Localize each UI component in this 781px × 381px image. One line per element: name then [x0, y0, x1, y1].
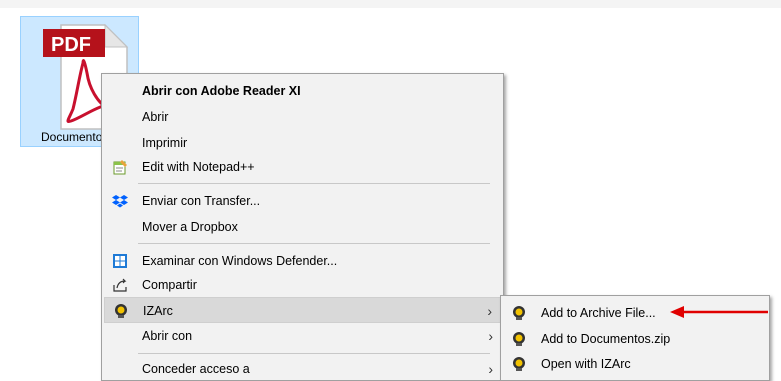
menu-item-open[interactable]: Abrir: [104, 104, 501, 130]
menu-item-label: IZArc: [143, 304, 173, 318]
izarc-icon: [513, 306, 525, 320]
menu-item-scan-defender[interactable]: Examinar con Windows Defender...: [104, 248, 501, 274]
menu-item-move-to-dropbox[interactable]: Mover a Dropbox: [104, 214, 501, 240]
dropbox-icon: [112, 195, 128, 208]
annotation-arrow-icon: [670, 306, 768, 318]
menu-item-send-with-transfer[interactable]: Enviar con Transfer...: [104, 188, 501, 214]
menu-item-label: Abrir con: [142, 329, 193, 343]
izarc-icon: [513, 357, 525, 371]
menu-item-label: Enviar con Transfer...: [142, 194, 261, 208]
menu-item-label: Abrir con Adobe Reader XI: [142, 84, 301, 98]
menu-item-label: Abrir: [142, 110, 169, 124]
menu-item-label: Edit with Notepad++: [142, 160, 255, 174]
chevron-right-icon: ›: [488, 328, 493, 344]
chevron-right-icon: ›: [488, 361, 493, 377]
window-top-strip: [0, 0, 781, 8]
menu-item-label: Examinar con Windows Defender...: [142, 254, 338, 268]
submenu-item-open-with-izarc[interactable]: Open with IZArc: [503, 351, 767, 377]
izarc-icon: [513, 332, 525, 346]
menu-item-label: Imprimir: [142, 136, 188, 150]
submenu-item-label: Add to Archive File...: [541, 306, 656, 320]
menu-item-izarc[interactable]: IZArc ›: [104, 297, 501, 323]
context-menu: Abrir con Adobe Reader XI Abrir Imprimir…: [101, 73, 504, 381]
submenu-item-label: Open with IZArc: [541, 357, 631, 371]
submenu-item-label: Add to Documentos.zip: [541, 332, 671, 346]
menu-separator: [138, 243, 490, 244]
desktop: PDF Documentos Abrir con Adobe Reader XI…: [0, 0, 781, 381]
menu-item-print[interactable]: Imprimir: [104, 130, 501, 156]
izarc-icon: [115, 304, 127, 318]
menu-item-edit-notepadpp[interactable]: Edit with Notepad++: [104, 154, 501, 180]
windows-defender-icon: [113, 254, 127, 268]
pdf-badge-text: PDF: [51, 34, 91, 56]
menu-item-share[interactable]: Compartir: [104, 272, 501, 298]
menu-item-label: Mover a Dropbox: [142, 220, 238, 234]
chevron-right-icon: ›: [487, 303, 492, 319]
share-icon: [113, 278, 127, 292]
menu-item-open-with[interactable]: Abrir con ›: [104, 323, 501, 349]
menu-item-grant-access[interactable]: Conceder acceso a ›: [104, 356, 501, 381]
menu-item-label: Compartir: [142, 278, 197, 292]
menu-separator: [138, 353, 490, 354]
menu-item-open-with-adobe[interactable]: Abrir con Adobe Reader XI: [104, 78, 501, 104]
submenu-item-add-to-zip[interactable]: Add to Documentos.zip: [503, 326, 767, 352]
menu-separator: [138, 183, 490, 184]
menu-item-label: Conceder acceso a: [142, 362, 250, 376]
notepadpp-icon: [113, 160, 127, 175]
